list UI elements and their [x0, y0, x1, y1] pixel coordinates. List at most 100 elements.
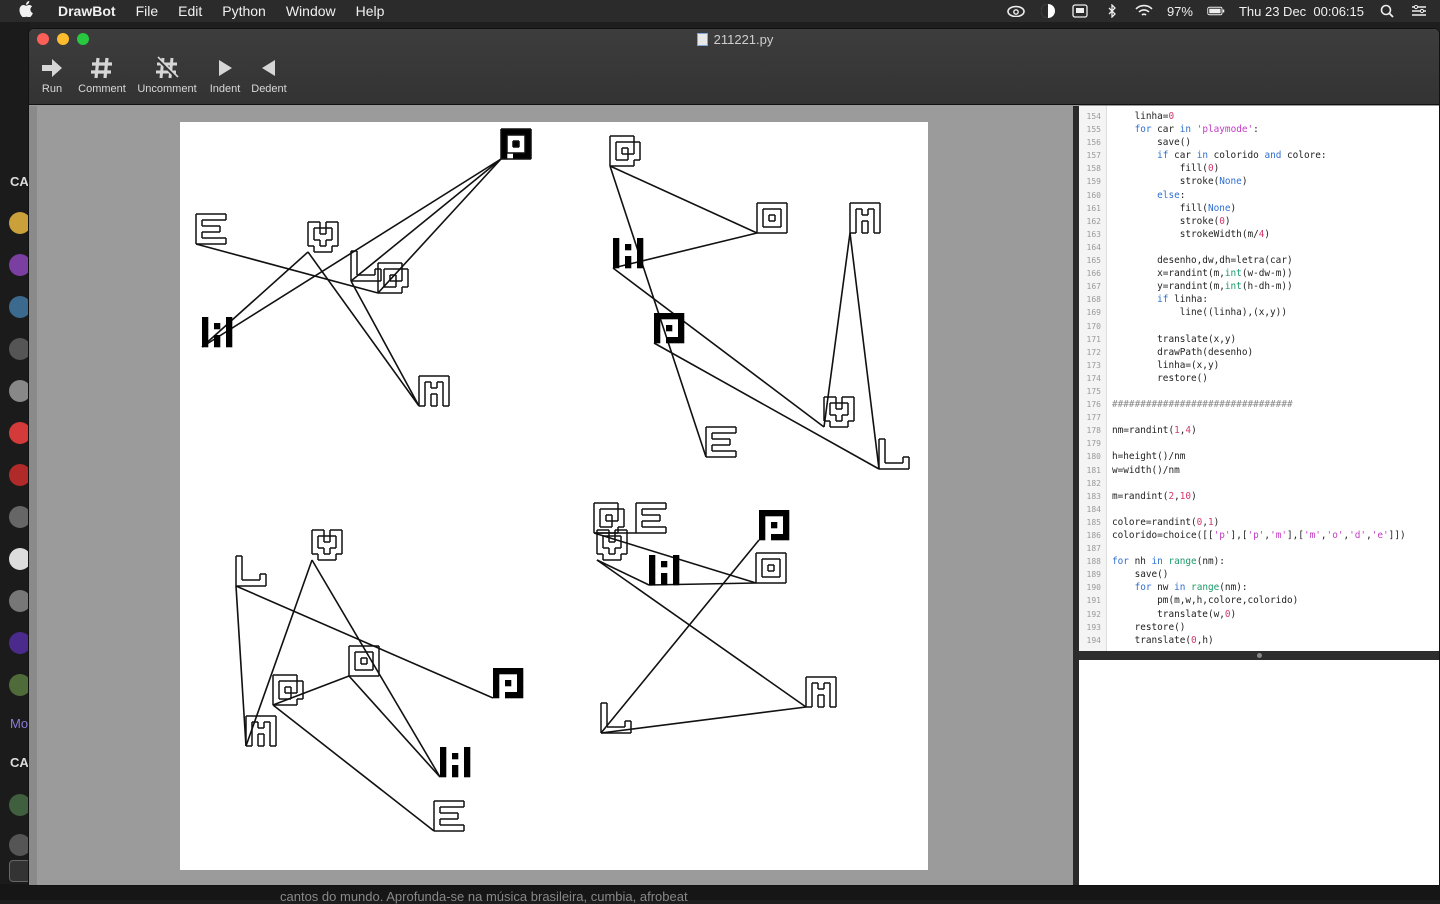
code-line[interactable]: 185 colore=randint(0,1) [1079, 517, 1439, 530]
code-line[interactable]: 175 [1079, 386, 1439, 399]
code-line[interactable]: 194 translate(0,h) [1079, 635, 1439, 648]
code-line[interactable]: 181 w=width()/nm [1079, 464, 1439, 478]
menu-edit[interactable]: Edit [168, 0, 212, 22]
battery-icon[interactable] [1207, 4, 1225, 18]
code-editor[interactable]: 154 linha=0 155 for car in 'playmode': 156… [1079, 106, 1439, 651]
code-line[interactable]: 171 translate(x,y) [1079, 334, 1439, 347]
menu-app-name[interactable]: DrawBot [52, 0, 126, 22]
letter-e-glyph [635, 502, 667, 534]
code-line[interactable]: 166 x=randint(m,int(w-dw-m)) [1079, 268, 1439, 281]
code-line[interactable]: 162 stroke(0) [1079, 216, 1439, 229]
code-line[interactable]: 191 pm(m,w,h,colore,colorido) [1079, 595, 1439, 608]
background-label: CA [10, 174, 29, 189]
line-number: 175 [1086, 386, 1101, 396]
code-line[interactable]: 170 [1079, 321, 1439, 334]
code-line[interactable]: 184 [1079, 504, 1439, 517]
line-number: 181 [1086, 465, 1101, 475]
code-line[interactable]: 176 ################################ [1079, 399, 1439, 412]
line-number: 185 [1086, 517, 1101, 527]
output-console[interactable] [1079, 660, 1439, 885]
letter-l-glyph [878, 438, 910, 470]
python-file-icon [696, 33, 708, 46]
code-line[interactable]: 173 linha=(x,y) [1079, 359, 1439, 373]
code-line[interactable]: 168 if linha: [1079, 294, 1439, 307]
code-line[interactable]: 164 [1079, 242, 1439, 255]
line-number: 192 [1086, 609, 1101, 619]
editor-output-divider[interactable] [1079, 651, 1439, 660]
canvas-scroll-edge [29, 106, 37, 885]
apple-menu-icon[interactable] [16, 1, 36, 21]
code-text: if car in colorido and colore: [1157, 150, 1327, 162]
comment-button[interactable]: Comment [75, 53, 129, 95]
code-line[interactable]: 178 nm=randint(1,4) [1079, 425, 1439, 438]
code-line[interactable]: 158 fill(0) [1079, 163, 1439, 176]
line-number: 170 [1086, 321, 1101, 331]
letter-d-glyph [609, 135, 641, 167]
line-number: 180 [1086, 452, 1101, 462]
code-text: save() [1112, 569, 1169, 581]
code-line[interactable]: 154 linha=0 [1079, 111, 1439, 124]
code-line[interactable]: 193 restore() [1079, 621, 1439, 635]
line-number: 174 [1086, 373, 1101, 383]
code-line[interactable]: 159 stroke(None) [1079, 176, 1439, 189]
menu-window[interactable]: Window [276, 0, 346, 22]
code-line[interactable]: 187 [1079, 543, 1439, 556]
code-line[interactable]: 192 translate(w,0) [1079, 609, 1439, 622]
code-line[interactable]: 177 [1079, 412, 1439, 425]
clock[interactable]: Thu 23 Dec 00:06:15 [1239, 4, 1364, 19]
code-line[interactable]: 179 [1079, 438, 1439, 451]
code-line[interactable]: 155 for car in 'playmode': [1079, 124, 1439, 137]
spotlight-search-icon[interactable] [1378, 4, 1396, 18]
menu-file[interactable]: File [126, 0, 169, 22]
code-line[interactable]: 163 strokeWidth(m/4) [1079, 229, 1439, 242]
code-line[interactable]: 160 else: [1079, 190, 1439, 203]
code-line[interactable]: 157 if car in colorido and colore: [1079, 150, 1439, 163]
uncomment-button[interactable]: Uncomment [135, 53, 199, 95]
code-text: linha=(x,y) [1112, 359, 1220, 371]
letter-m-glyph [649, 555, 680, 586]
code-text: w=width()/nm [1112, 464, 1180, 476]
menu-help[interactable]: Help [346, 0, 395, 22]
run-button[interactable]: Run [37, 53, 67, 95]
code-line[interactable]: 156 save() [1079, 137, 1439, 150]
letter-d-glyph [272, 674, 304, 706]
control-center-icon[interactable] [1410, 4, 1428, 18]
connector-line [377, 158, 502, 294]
keyboard-icon[interactable] [1071, 4, 1089, 18]
code-text: stroke(None) [1112, 176, 1248, 188]
drawbot-page[interactable] [180, 122, 928, 870]
code-line[interactable]: 165 desenho,dw,dh=letra(car) [1079, 255, 1439, 268]
line-number: 155 [1086, 125, 1101, 135]
connector-line [596, 559, 807, 708]
code-text: for nw in range(nm): [1134, 582, 1248, 594]
play-right-icon [206, 53, 244, 83]
bluetooth-icon[interactable] [1103, 4, 1121, 18]
halfmoon-icon[interactable] [1039, 4, 1057, 18]
code-line[interactable]: 167 y=randint(m,int(h-dh-m)) [1079, 281, 1439, 294]
code-line[interactable]: 183 m=randint(2,10) [1079, 491, 1439, 504]
line-number: 194 [1086, 635, 1101, 645]
code-line[interactable]: 189 save() [1079, 569, 1439, 582]
indent-button[interactable]: Indent [206, 53, 244, 95]
line-number: 156 [1086, 138, 1101, 148]
code-line[interactable]: 174 restore() [1079, 373, 1439, 386]
code-line[interactable]: 172 drawPath(desenho) [1079, 347, 1439, 360]
line-number: 176 [1086, 400, 1101, 410]
creative-cloud-icon[interactable] [1007, 4, 1025, 18]
dedent-button[interactable]: Dedent [249, 53, 289, 95]
code-line[interactable]: 188 for nh in range(nm): [1079, 556, 1439, 569]
menu-python[interactable]: Python [212, 0, 276, 22]
code-line[interactable]: 182 [1079, 478, 1439, 491]
letter-p-glyph [759, 510, 790, 541]
code-line[interactable]: 190 for nw in range(nm): [1079, 582, 1439, 595]
code-line[interactable]: 180 h=height()/nm [1079, 451, 1439, 464]
letter-y-glyph [307, 221, 339, 253]
code-line[interactable]: 161 fill(None) [1079, 203, 1439, 216]
background-label: Mo [10, 716, 29, 731]
code-text: restore() [1112, 621, 1186, 633]
divider-handle-icon[interactable] [1257, 653, 1262, 658]
code-line[interactable]: 186 colorido=choice([['p'],['p','m'],['m'… [1079, 530, 1439, 543]
line-number: 178 [1086, 426, 1101, 436]
wifi-icon[interactable] [1135, 4, 1153, 18]
code-line[interactable]: 169 line((linha),(x,y)) [1079, 307, 1439, 320]
